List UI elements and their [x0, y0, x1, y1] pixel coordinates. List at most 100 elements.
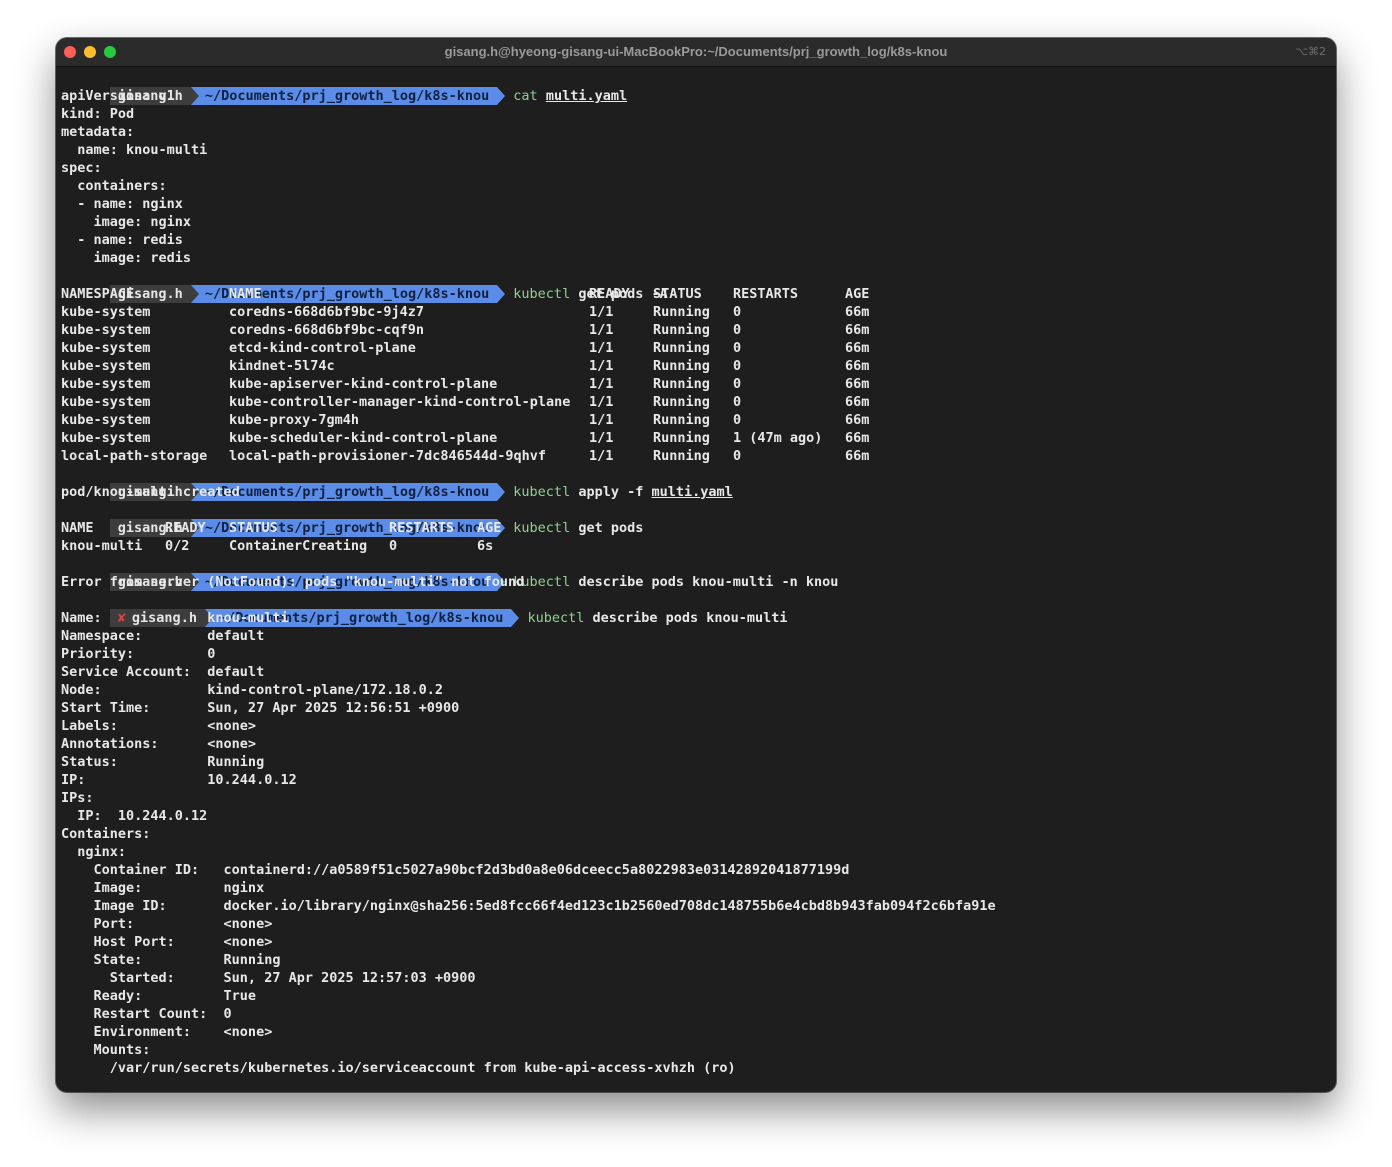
table-row: kube-system kindnet-5l74c 1/1 Running 0 66m — [61, 357, 1331, 375]
table-cell: coredns-668d6bf9bc-9j4z7 — [229, 304, 425, 320]
table-cell: kube-system — [61, 322, 151, 338]
describe-line: Labels: <none> — [61, 718, 257, 734]
table-cell: etcd-kind-control-plane — [229, 340, 416, 356]
table-cell: 1/1 — [589, 430, 614, 446]
describe-line: Name: knou-multi — [61, 610, 289, 626]
table-cell: local-path-storage — [61, 448, 208, 464]
yaml-line: - name: nginx — [61, 196, 183, 212]
tab-shortcut: ⌥⌘2 — [1295, 45, 1326, 58]
table-row: kube-system kube-controller-manager-kind-… — [61, 393, 1331, 411]
table-cell: knou-multi — [61, 538, 143, 554]
describe-line: State: Running — [61, 952, 281, 968]
table-cell: 0 — [733, 340, 742, 356]
yaml-line: spec: — [61, 160, 102, 176]
table-cell: 6s — [477, 538, 494, 554]
describe-line: Container ID: containerd://a0589f51c5027… — [61, 862, 850, 878]
table-row: kube-system etcd-kind-control-plane 1/1 Run… — [61, 339, 1331, 357]
yaml-line: image: nginx — [61, 214, 192, 230]
describe-output: Name: knou-multi Namespace: default Priori… — [61, 609, 1331, 1077]
window-title: gisang.h@hyeong-gisang-ui-MacBookPro:~/D… — [444, 44, 948, 59]
yaml-line: kind: Pod — [61, 106, 135, 122]
describe-line: Image ID: docker.io/library/nginx@sha256… — [61, 898, 996, 914]
table-cell: 66m — [845, 394, 870, 410]
table-cell: 1/1 — [589, 376, 614, 392]
prompt-line: gisang.h ~/Documents/prj_growth_log/k8s-k… — [61, 501, 1331, 537]
table-cell: 0 — [389, 538, 398, 554]
table-cell: 0 — [733, 448, 742, 464]
table-cell: 1/1 — [589, 448, 614, 464]
describe-line: Started: Sun, 27 Apr 2025 12:57:03 +0900 — [61, 970, 476, 986]
describe-line: Annotations: <none> — [61, 736, 257, 752]
table-cell: coredns-668d6bf9bc-cqf9n — [229, 322, 425, 338]
table-header-cell: READY — [589, 286, 630, 302]
table-cell: 0 — [733, 358, 742, 374]
table-cell: Running — [653, 430, 710, 446]
describe-line: Host Port: <none> — [61, 934, 273, 950]
table-cell: kube-system — [61, 412, 151, 428]
yaml-line: metadata: — [61, 124, 135, 140]
table-cell: 0 — [733, 412, 742, 428]
table-cell: kube-system — [61, 376, 151, 392]
table-cell: 1 (47m ago) — [733, 430, 823, 446]
prompt-line: gisang.h ~/Documents/prj_growth_log/k8s-k… — [61, 555, 1331, 591]
table-row: local-path-storage local-path-provisioner… — [61, 447, 1331, 465]
table-cell: 1/1 — [589, 394, 614, 410]
table-cell: ContainerCreating — [229, 538, 368, 554]
table-cell: 1/1 — [589, 340, 614, 356]
describe-line: Restart Count: 0 — [61, 1006, 232, 1022]
table-cell: kube-system — [61, 430, 151, 446]
table-cell: kindnet-5l74c — [229, 358, 335, 374]
table-cell: kube-apiserver-kind-control-plane — [229, 376, 498, 392]
terminal-window: gisang.h@hyeong-gisang-ui-MacBookPro:~/D… — [56, 38, 1336, 1092]
table-row: kube-system coredns-668d6bf9bc-9j4z7 1/1 Ru… — [61, 303, 1331, 321]
table-row: kube-system kube-proxy-7gm4h 1/1 Running 0 66… — [61, 411, 1331, 429]
describe-line: Service Account: default — [61, 664, 265, 680]
table-cell: Running — [653, 376, 710, 392]
yaml-line: image: redis — [61, 250, 192, 266]
describe-line: IP: 10.244.0.12 — [61, 772, 297, 788]
yaml-line: name: knou-multi — [61, 142, 208, 158]
describe-line: IPs: — [61, 790, 94, 806]
table-header-cell: RESTARTS — [733, 286, 799, 302]
table-cell: kube-system — [61, 394, 151, 410]
table-header-cell: NAMESPACE — [61, 286, 135, 302]
table-cell: 0 — [733, 394, 742, 410]
table-cell: Running — [653, 340, 710, 356]
yaml-output: apiVersion: v1 kind: Pod metadata: name: k… — [61, 87, 1331, 267]
table-cell: Running — [653, 448, 710, 464]
pods-table: NAME READY STATUS RESTARTS AGE knou-multi 0/2 C… — [61, 519, 1331, 555]
table-cell: Running — [653, 304, 710, 320]
describe-line: Priority: 0 — [61, 646, 216, 662]
table-cell: kube-system — [61, 358, 151, 374]
table-cell: 1/1 — [589, 322, 614, 338]
table-header-cell: AGE — [477, 520, 502, 536]
describe-line: nginx: — [61, 844, 127, 860]
output-line: pod/knou-multi created — [61, 484, 240, 500]
table-cell: kube-system — [61, 304, 151, 320]
prompt-line: gisang.h ~/Documents/prj_growth_log/k8s-k… — [61, 267, 1331, 303]
describe-line: Image: nginx — [61, 880, 265, 896]
prompt-line: ✘ gisang.h ~/Documents/prj_growth_log/k8s-… — [61, 591, 1331, 627]
describe-line: Status: Running — [61, 754, 265, 770]
describe-line: /var/run/secrets/kubernetes.io/serviceac… — [61, 1060, 736, 1076]
table-row: knou-multi 0/2 ContainerCreating 0 6s — [61, 537, 1331, 555]
terminal-output[interactable]: gisang.h ~/Documents/prj_growth_log/k8s-k… — [61, 69, 1331, 1077]
table-cell: 0 — [733, 376, 742, 392]
prompt-line: gisang.h ~/Documents/prj_growth_log/k8s-k… — [61, 69, 1331, 105]
yaml-line: apiVersion: v1 — [61, 88, 175, 104]
table-cell: 66m — [845, 430, 870, 446]
describe-line: Environment: <none> — [61, 1024, 273, 1040]
pods-all-table: NAMESPACE NAME READY STATUS RESTARTS AGE kube-… — [61, 285, 1331, 465]
prompt-line: gisang.h ~/Documents/prj_growth_log/k8s-k… — [61, 465, 1331, 501]
describe-line: Ready: True — [61, 988, 257, 1004]
error-line: Error from server (NotFound): pods "knou… — [61, 574, 525, 590]
table-cell: 0 — [733, 304, 742, 320]
table-cell: 1/1 — [589, 412, 614, 428]
yaml-line: - name: redis — [61, 232, 183, 248]
yaml-line: containers: — [61, 178, 167, 194]
table-header-cell: NAME — [229, 286, 262, 302]
table-header-cell: RESTARTS — [389, 520, 455, 536]
table-cell: kube-system — [61, 340, 151, 356]
table-cell: Running — [653, 322, 710, 338]
describe-line: Port: <none> — [61, 916, 273, 932]
